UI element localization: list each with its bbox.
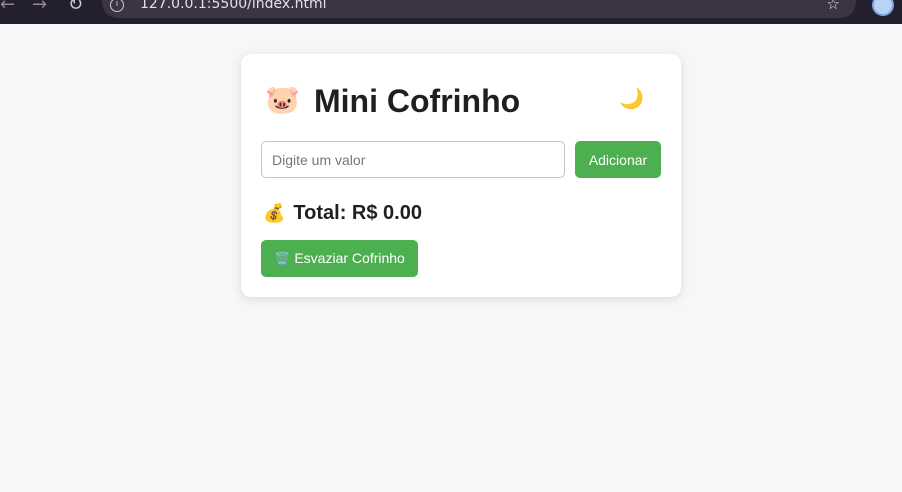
piggy-bank-card: 🐷 Mini Cofrinho 🌙 Adicionar 💰 Total: R$ 0… bbox=[241, 54, 681, 297]
address-bar[interactable]: i 127.0.0.1:5500/index.html ☆ bbox=[102, 0, 856, 18]
total-display: 💰 Total: R$ 0.00 bbox=[263, 201, 422, 225]
reload-icon[interactable]: ↻ bbox=[68, 0, 83, 15]
value-input[interactable] bbox=[261, 141, 565, 178]
address-url: 127.0.0.1:5500/index.html bbox=[140, 0, 327, 12]
page-title: Mini Cofrinho bbox=[314, 83, 521, 119]
browser-toolbar: ← → ↻ i 127.0.0.1:5500/index.html ☆ bbox=[0, 0, 902, 24]
pig-icon: 🐷 bbox=[265, 84, 300, 115]
theme-toggle-moon-icon[interactable]: 🌙 bbox=[619, 87, 644, 111]
bookmark-star-icon[interactable]: ☆ bbox=[827, 0, 840, 13]
add-button[interactable]: Adicionar bbox=[575, 141, 661, 178]
site-info-icon[interactable]: i bbox=[110, 0, 124, 12]
forward-arrow-icon[interactable]: → bbox=[32, 0, 47, 15]
total-label: Total: R$ 0.00 bbox=[293, 202, 422, 224]
profile-avatar[interactable] bbox=[872, 0, 894, 16]
back-arrow-icon[interactable]: ← bbox=[0, 0, 15, 15]
empty-piggy-bank-button[interactable]: 🗑️ Esvaziar Cofrinho bbox=[261, 240, 418, 277]
money-bag-icon: 💰 bbox=[263, 203, 286, 223]
trash-icon: 🗑️ bbox=[274, 251, 291, 266]
empty-button-label: Esvaziar Cofrinho bbox=[294, 250, 405, 266]
